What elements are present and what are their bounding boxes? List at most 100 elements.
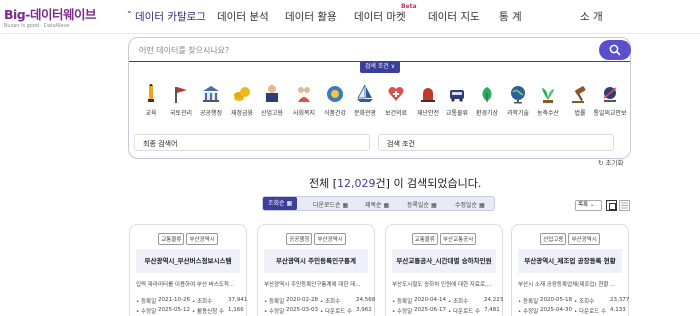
category-tag: 부산광역시: [568, 233, 600, 245]
category-welfare[interactable]: 사회복지: [289, 84, 319, 117]
meta-line: • 등록일 2020-02-28 • 조회수 24,568: [264, 297, 376, 307]
list-view-icon[interactable]: [619, 200, 630, 211]
category-siren[interactable]: 재난안전: [413, 84, 443, 117]
plant-icon: [538, 84, 558, 104]
nav-item-analysis[interactable]: 데이터 분석: [217, 9, 269, 24]
nav-item-map[interactable]: 데이터 지도: [428, 9, 480, 24]
sort-downloads[interactable]: 다운로드순 ▦: [313, 200, 348, 209]
search-condition-box[interactable]: 검색 조건: [378, 134, 614, 151]
result-prefix: 전체 [: [309, 177, 338, 190]
card-meta: • 등록일 2020-04-14 • 조회수 24,223 • 수정일 2025-06-1…: [392, 297, 504, 316]
category-food[interactable]: 식품건강: [320, 84, 350, 117]
sort-registered[interactable]: 등록일순 ▦: [407, 200, 437, 209]
government-icon: [201, 84, 221, 104]
category-culture[interactable]: 문화관광: [350, 84, 380, 117]
meta-key: • 수정일: [264, 309, 285, 315]
category-industry[interactable]: 산업고용: [257, 84, 287, 117]
result-count: 12,029: [337, 177, 376, 190]
sort-views[interactable]: 조회순 ▦: [263, 197, 298, 210]
nav-item-stats[interactable]: 통 계: [499, 9, 522, 24]
meta-key: • 수정일: [518, 309, 539, 315]
meta-value: 2025-06-17: [414, 307, 446, 313]
tag-group: 교통물류 부산광역시: [130, 233, 246, 245]
meta-value: 37,941: [228, 297, 248, 303]
meta-value: 2021-10-26: [158, 297, 190, 303]
siren-icon: [418, 84, 438, 104]
logo-subtext: Busan is good · DataWave: [4, 23, 70, 29]
category-tag: 산업고용: [540, 233, 567, 245]
category-label: 국토관리: [169, 110, 193, 117]
meta-key: • 수정일: [136, 309, 157, 315]
dataset-card[interactable]: 산업고용 부산광역시 부산광역시_제조업 공장등록 현황 부산시 소재 공장등록업체(…: [511, 224, 629, 316]
category-medical[interactable]: 보건의료: [381, 84, 411, 117]
category-tag: 부산광역시: [186, 233, 218, 245]
sort-modified[interactable]: 수정일순 ▦: [455, 200, 485, 209]
nav-item-catalog[interactable]: ⌄ 데이터 카탈로그: [126, 6, 206, 24]
search-input[interactable]: 어떤 데이터를 찾으시나요?: [129, 38, 631, 62]
result-suffix: 건] 이 검색되었습니다.: [375, 177, 482, 190]
category-label: 산업고용: [260, 110, 284, 117]
meta-value: 4,133: [610, 307, 626, 313]
sort-title[interactable]: 제목순 ▦: [365, 200, 389, 209]
category-land[interactable]: 국토관리: [166, 84, 196, 117]
meta-line: • 수정일 2025-03-03 • 다운로드 수 3,962: [264, 307, 372, 316]
category-label: 법률: [574, 110, 586, 117]
category-bar: 교육 국토관리 공공행정 재정금융 산업고용 사회복지 식품건강 문화관광 보건의료 재난안전 교통…: [136, 83, 628, 120]
view-select[interactable]: 목록 ⌄: [575, 200, 602, 211]
dataset-card[interactable]: 교통물류 부산광역시 부산광역시_부산버스정보시스템 입력 파라미터를 이용하여 부산…: [129, 224, 247, 316]
meta-value: 24,223: [484, 297, 504, 303]
meta-key: • 조회수: [448, 299, 469, 305]
category-globe[interactable]: 과학기술: [503, 84, 533, 117]
category-tag: 교통물류: [411, 233, 438, 245]
search-icon: [609, 44, 621, 56]
reset-label: 초기화: [605, 159, 624, 167]
category-environment[interactable]: 환경기상: [472, 84, 502, 117]
card-title[interactable]: 부산광역시_부산버스정보시스템: [136, 249, 240, 273]
recent-search-box[interactable]: 최종 검색어: [134, 134, 370, 151]
meta-value: 2025-03-03: [286, 307, 318, 313]
meta-value: 1,166: [228, 307, 244, 313]
nav-item-about[interactable]: 소 개: [580, 9, 603, 24]
category-plant[interactable]: 농축수산: [533, 84, 563, 117]
dataset-card[interactable]: 공공행정 부산광역시 부산광역시 주민등록인구통계 부산광역시 주민등록인구통계에 대…: [257, 224, 375, 316]
header-divider: [0, 33, 700, 34]
meta-line: • 등록일 2021-10-26 • 조회수 37,941: [136, 297, 248, 307]
security-icon: [600, 84, 620, 104]
car-icon: [447, 84, 467, 104]
dataset-card[interactable]: 교통물류 부산교통공사 부산교통공사_시간대별 승하차인원 부산도시철도 승하차 인원…: [385, 224, 503, 316]
card-title[interactable]: 부산광역시 주민등록인구통계: [264, 249, 368, 273]
environment-icon: [477, 84, 497, 104]
meta-value: 2025-05-12: [158, 307, 190, 313]
category-government[interactable]: 공공행정: [196, 84, 226, 117]
card-meta: • 등록일 2021-10-26 • 조회수 37,941 • 수정일 2025-05-1…: [136, 297, 248, 316]
reset-button[interactable]: ↻ 초기화: [598, 157, 623, 167]
meta-key: • 조회수: [192, 299, 213, 305]
nav-item-market[interactable]: 데이터 마켓: [354, 9, 406, 24]
category-label: 과학기술: [506, 110, 530, 117]
category-label: 재정금융: [230, 110, 254, 117]
search-button[interactable]: [599, 40, 631, 60]
meta-key: • 등록일: [518, 299, 539, 305]
meta-key: • 활용신청 수: [192, 309, 225, 315]
category-label: 식품건강: [323, 110, 347, 117]
meta-value: 3,962: [356, 307, 372, 313]
category-gavel[interactable]: 법률: [565, 84, 595, 117]
category-tag: 공공행정: [286, 233, 313, 245]
search-condition-button[interactable]: 검색 조건 ∨: [360, 61, 400, 73]
category-car[interactable]: 교통물류: [442, 84, 472, 117]
category-label: 공공행정: [199, 110, 223, 117]
category-coins[interactable]: 재정금융: [227, 84, 257, 117]
card-title[interactable]: 부산광역시_제조업 공장등록 현황: [518, 249, 622, 273]
card-title[interactable]: 부산교통공사_시간대별 승하차인원: [392, 249, 496, 273]
grid-view-icon[interactable]: [606, 200, 617, 211]
sort-bar: 조회순 ▦ 다운로드순 ▦ 제목순 ▦ 등록일순 ▦ 수정일순 ▦: [262, 196, 495, 211]
category-security[interactable]: 통일외교안보: [592, 84, 628, 117]
nav-item-utilization[interactable]: 데이터 활용: [285, 9, 337, 24]
recent-search-label: 최종 검색어: [143, 140, 178, 148]
site-logo[interactable]: Big-데이터웨이브 Busan is good · DataWave: [4, 4, 104, 30]
meta-key: • 등록일: [264, 299, 285, 305]
meta-value: 24,568: [356, 297, 376, 303]
category-education[interactable]: 교육: [136, 83, 166, 117]
meta-line: • 등록일 2020-04-14 • 조회수 24,223: [392, 297, 504, 307]
meta-line: • 수정일 2025-06-17 • 다운로드 수 7,481: [392, 307, 500, 316]
